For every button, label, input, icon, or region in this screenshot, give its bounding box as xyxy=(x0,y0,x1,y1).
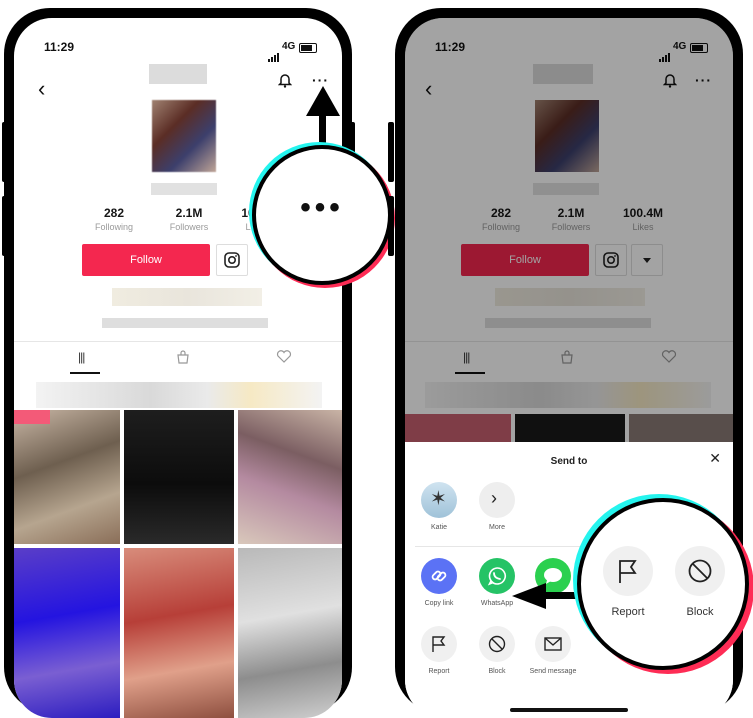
status-time: 11:29 xyxy=(44,40,75,54)
stat-following-label: Following xyxy=(94,222,134,232)
video-thumbnail[interactable] xyxy=(238,548,342,718)
more-contacts-button[interactable]: › xyxy=(479,482,515,518)
more-contacts-label: More xyxy=(489,524,505,531)
send-message-label: Send message xyxy=(529,668,577,675)
pinned-badge xyxy=(14,410,50,424)
home-indicator xyxy=(510,708,628,712)
block-magnified-label: Block xyxy=(686,606,714,618)
arrow-left-icon xyxy=(512,583,546,609)
report-magnified-button xyxy=(603,546,653,596)
signal-icon xyxy=(268,44,280,62)
video-thumbnail[interactable] xyxy=(14,410,120,544)
person-jumping-icon: ✶ xyxy=(430,488,447,510)
message-bubble-icon xyxy=(544,568,562,584)
flag-icon xyxy=(432,636,446,652)
report-button[interactable] xyxy=(421,626,457,662)
bell-icon[interactable] xyxy=(278,72,292,88)
volume-up-button xyxy=(388,122,394,182)
banner-blurred xyxy=(36,382,322,408)
envelope-icon xyxy=(544,637,562,651)
chevron-right-icon: › xyxy=(491,488,497,508)
dim-overlay[interactable] xyxy=(405,18,733,442)
report-label: Report xyxy=(428,668,450,675)
bio-blurred xyxy=(112,288,262,306)
block-icon xyxy=(688,559,712,583)
volume-down-button xyxy=(388,196,394,256)
arrow-up-icon xyxy=(306,86,340,116)
close-icon[interactable]: ✕ xyxy=(709,450,721,467)
tabs-divider xyxy=(14,341,342,342)
flag-icon xyxy=(619,560,637,583)
handle-blurred xyxy=(151,183,217,195)
shopping-bag-icon[interactable] xyxy=(176,350,190,364)
block-magnified-button xyxy=(675,546,725,596)
copy-link-label: Copy link xyxy=(424,600,454,607)
block-label: Block xyxy=(488,668,506,675)
back-chevron-icon[interactable]: ‹ xyxy=(38,76,45,102)
block-button[interactable] xyxy=(479,626,515,662)
stat-followers-value: 2.1M xyxy=(175,206,203,220)
more-options-callout: ••• xyxy=(252,145,392,285)
follow-button[interactable]: Follow xyxy=(82,244,210,276)
contact-label: Katie xyxy=(431,524,447,531)
active-tab-indicator xyxy=(70,372,100,374)
avatar-blurred xyxy=(152,100,216,172)
video-thumbnail[interactable] xyxy=(14,548,120,718)
whatsapp-button[interactable] xyxy=(479,558,515,594)
battery-icon xyxy=(299,43,317,53)
instagram-icon xyxy=(224,252,240,268)
left-phone: 11:29 4G ‹ ··· 282 Following 2.1M Follow… xyxy=(4,8,352,718)
username-blurred xyxy=(149,64,207,84)
bio-line-blurred xyxy=(102,318,268,328)
video-thumbnail[interactable] xyxy=(124,548,234,718)
network-label: 4G xyxy=(282,41,296,52)
stat-following-value: 282 xyxy=(103,206,125,220)
copy-link-button[interactable] xyxy=(421,558,457,594)
stat-followers-label: Followers xyxy=(169,222,209,232)
report-block-callout: Report Block xyxy=(577,498,749,670)
link-icon xyxy=(431,570,447,582)
left-phone-screen: 11:29 4G ‹ ··· 282 Following 2.1M Follow… xyxy=(14,18,342,718)
whatsapp-icon xyxy=(487,567,506,586)
videos-grid-tab-icon[interactable]: ||| xyxy=(78,350,85,364)
more-options-magnified-icon: ••• xyxy=(300,191,344,224)
block-icon xyxy=(488,635,506,653)
video-thumbnail[interactable] xyxy=(124,410,234,544)
report-magnified-label: Report xyxy=(611,606,645,618)
liked-videos-tab-icon[interactable] xyxy=(276,350,292,364)
contact-avatar[interactable]: ✶ xyxy=(421,482,457,518)
share-sheet-title: Send to xyxy=(550,456,588,467)
send-message-button[interactable] xyxy=(535,626,571,662)
video-thumbnail[interactable] xyxy=(238,410,342,544)
instagram-button[interactable] xyxy=(216,244,248,276)
